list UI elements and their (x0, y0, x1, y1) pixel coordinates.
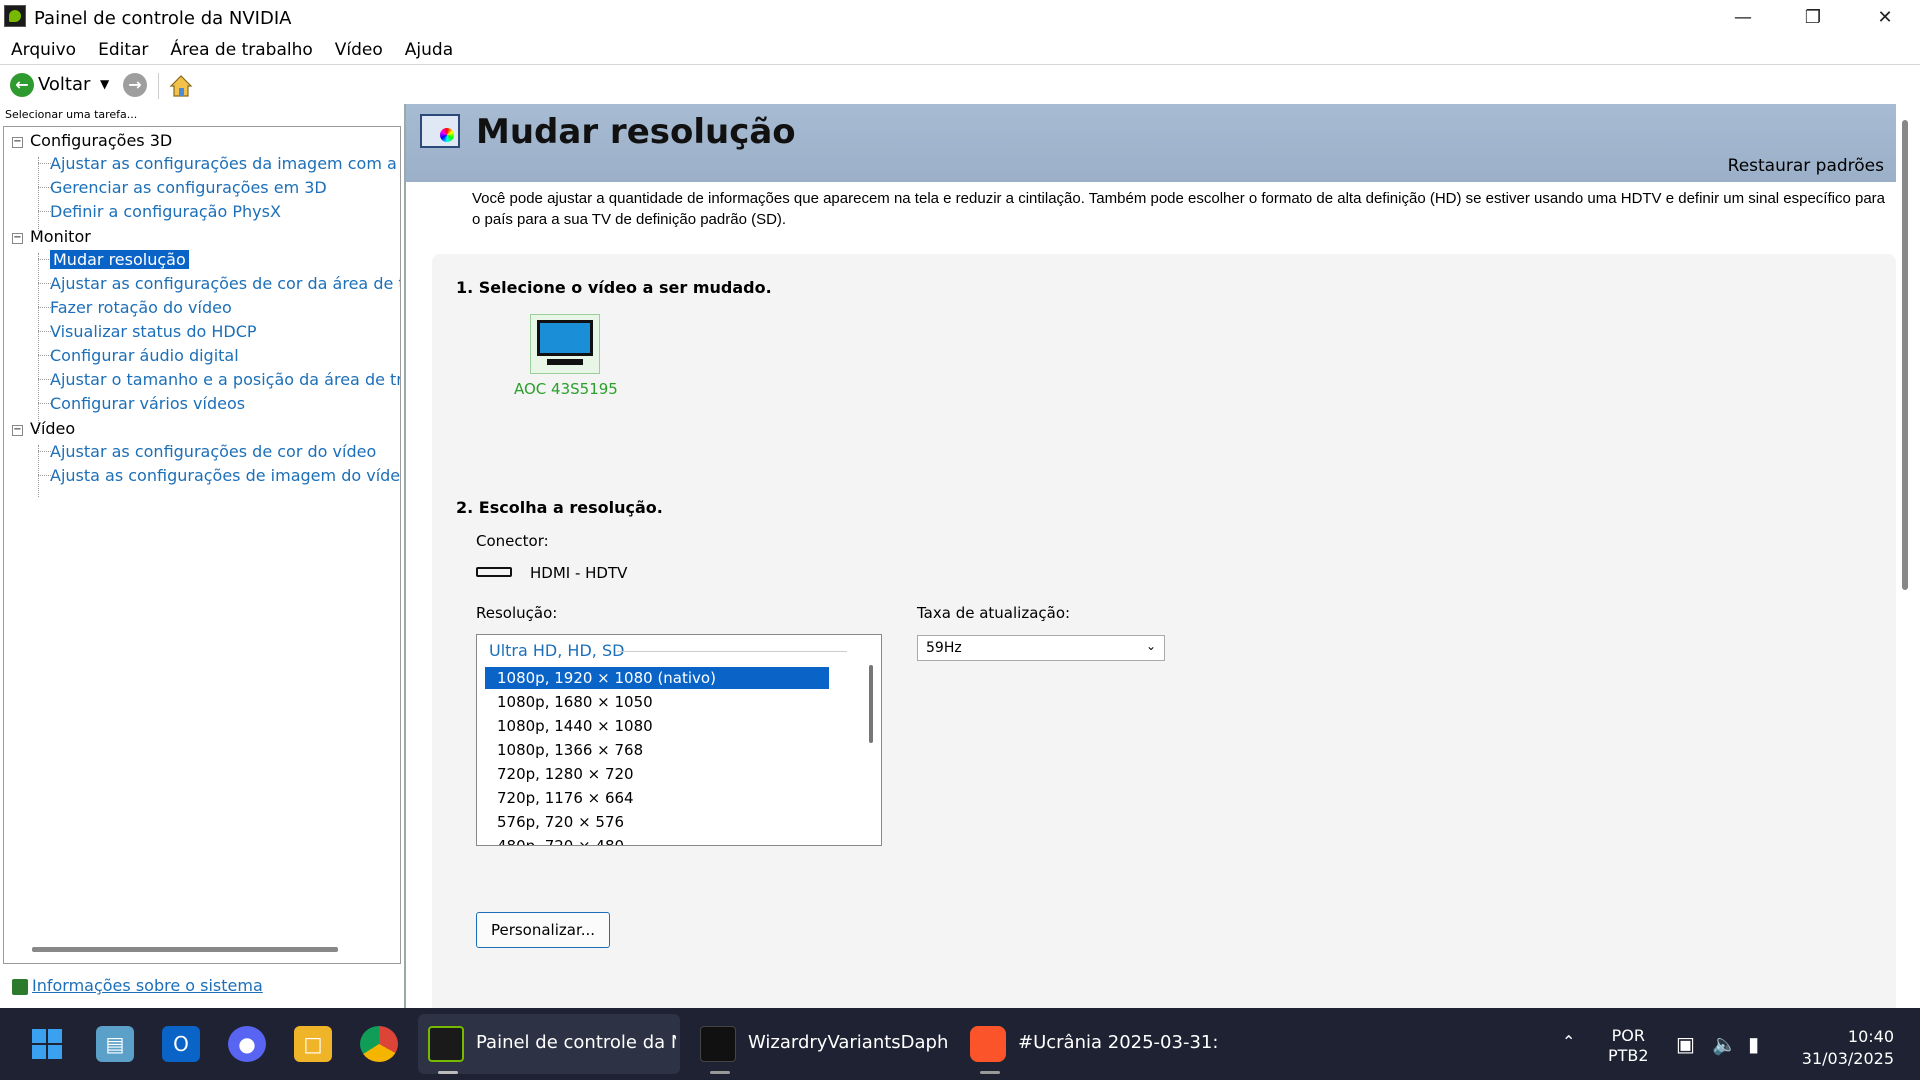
file-explorer-icon[interactable]: □ (294, 1026, 332, 1062)
taskbar-app-label: #Ucrânia 2025-03-31: U( (1018, 1032, 1218, 1053)
close-button[interactable]: ✕ (1850, 0, 1920, 34)
resolution-item[interactable]: 480p, 720 × 480 (485, 835, 829, 845)
clock-time: 10:40 (1847, 1027, 1894, 1046)
tree-item-digital-audio[interactable]: Configurar áudio digital (50, 346, 239, 365)
collapse-monitor-icon[interactable]: − (12, 233, 23, 244)
taskbar-app-brave[interactable]: #Ucrânia 2025-03-31: U( (960, 1014, 1222, 1074)
refresh-rate-value: 59Hz (926, 640, 962, 656)
network-icon[interactable]: ▣ (1676, 1032, 1695, 1056)
resolution-item[interactable]: 1080p, 1680 × 1050 (485, 691, 829, 713)
step1-label: 1. Selecione o vídeo a ser mudado. (456, 278, 772, 297)
taskbar-app-label: Painel de controle da N' (476, 1032, 676, 1053)
title-bar: Painel de controle da NVIDIA — ❐ ✕ (0, 0, 1920, 34)
tree-cat-video[interactable]: Vídeo (30, 419, 75, 438)
content-pane: Mudar resolução Restaurar padrões Você p… (404, 104, 1920, 1014)
nvidia-icon (428, 1026, 464, 1062)
menu-area-de-trabalho[interactable]: Área de trabalho (159, 36, 323, 64)
back-arrow-icon[interactable]: ← (10, 73, 34, 97)
customize-button[interactable]: Personalizar... (476, 912, 610, 948)
menu-arquivo[interactable]: Arquivo (0, 36, 87, 64)
tree-item-multiple-displays[interactable]: Configurar vários vídeos (50, 394, 245, 413)
clock-date: 31/03/2025 (1801, 1049, 1894, 1068)
resolution-list[interactable]: Ultra HD, HD, SD 1080p, 1920 × 1080 (nat… (476, 634, 882, 846)
taskbar-app-wizardry[interactable]: WizardryVariantsDaphn (690, 1014, 952, 1074)
keyboard-layout: PTB2 (1608, 1046, 1649, 1065)
language-indicator[interactable]: POR PTB2 (1608, 1026, 1649, 1066)
toolbar: ← Voltar ▼ → (0, 64, 1920, 106)
task-tree: − Configurações 3D Ajustar as configuraç… (3, 126, 401, 964)
step2-label: 2. Escolha a resolução. (456, 498, 663, 517)
page-title: Mudar resolução (476, 112, 796, 152)
brave-icon (970, 1026, 1006, 1062)
page-header: Mudar resolução Restaurar padrões (406, 104, 1896, 182)
back-dropdown-icon[interactable]: ▼ (100, 77, 109, 91)
collapse-3d-icon[interactable]: − (12, 137, 23, 148)
language-code: POR (1611, 1026, 1645, 1045)
monitor-icon[interactable] (530, 314, 600, 374)
resolution-list-scrollbar[interactable] (869, 665, 873, 743)
home-icon[interactable] (168, 73, 194, 99)
refresh-rate-label: Taxa de atualização: (917, 604, 1071, 622)
tree-item-rotate[interactable]: Fazer rotação do vídeo (50, 298, 232, 317)
taskbar-app-label: WizardryVariantsDaphn (748, 1032, 948, 1053)
hdmi-icon (476, 567, 512, 577)
back-button[interactable]: Voltar (38, 74, 90, 95)
taskbar-app-nvidia[interactable]: Painel de controle da N' (418, 1014, 680, 1074)
task-header: Selecionar uma tarefa... (5, 108, 138, 121)
menu-editar[interactable]: Editar (87, 36, 159, 64)
collapse-video-icon[interactable]: − (12, 425, 23, 436)
content-scrollbar[interactable] (1902, 120, 1908, 590)
volume-icon[interactable]: 🔈 (1712, 1032, 1737, 1056)
task-view-icon[interactable]: ▤ (96, 1026, 134, 1062)
resolution-item[interactable]: 720p, 1280 × 720 (485, 763, 829, 785)
resolution-item[interactable]: 1080p, 1366 × 768 (485, 739, 829, 761)
tree-horizontal-scrollbar[interactable] (32, 947, 338, 952)
discord-icon[interactable]: ● (228, 1026, 266, 1062)
forward-arrow-icon[interactable]: → (123, 73, 147, 97)
chrome-icon[interactable] (360, 1026, 398, 1062)
game-icon (700, 1026, 736, 1062)
tree-item-desktop-color[interactable]: Ajustar as configurações de cor da área … (50, 274, 400, 293)
outlook-icon[interactable]: O (162, 1026, 200, 1062)
system-info-label[interactable]: Informações sobre o sistema (32, 976, 263, 995)
refresh-rate-select[interactable]: 59Hz ⌄ (917, 635, 1165, 661)
battery-icon[interactable]: ▮ (1748, 1032, 1759, 1056)
tree-item-video-color[interactable]: Ajustar as configurações de cor do vídeo (50, 442, 376, 461)
resolution-item[interactable]: 576p, 720 × 576 (485, 811, 829, 833)
menu-video[interactable]: Vídeo (324, 36, 394, 64)
resolution-item[interactable]: 720p, 1176 × 664 (485, 787, 829, 809)
tree-item-hdcp[interactable]: Visualizar status do HDCP (50, 322, 257, 341)
tree-item-physx[interactable]: Definir a configuração PhysX (50, 202, 281, 221)
minimize-button[interactable]: — (1708, 0, 1778, 34)
taskbar: ▤ O ● □ Painel de controle da N' Wizardr… (0, 1008, 1920, 1080)
windows-start-icon[interactable] (28, 1026, 66, 1062)
resolution-item[interactable]: 1080p, 1440 × 1080 (485, 715, 829, 737)
maximize-button[interactable]: ❐ (1778, 0, 1848, 34)
chevron-down-icon: ⌄ (1145, 639, 1156, 653)
show-hidden-icons-chevron-icon[interactable]: ⌃ (1562, 1032, 1575, 1051)
system-info-link[interactable]: Informações sobre o sistema (12, 976, 263, 995)
monitor-name[interactable]: AOC 43S5195 (514, 380, 618, 398)
page-description: Você pode ajustar a quantidade de inform… (472, 190, 1886, 228)
tree-cat-monitor[interactable]: Monitor (30, 227, 91, 246)
tree-item-video-image[interactable]: Ajusta as configurações de imagem do víd… (50, 466, 400, 485)
window-title: Painel de controle da NVIDIA (34, 8, 292, 29)
resolution-group-header: Ultra HD, HD, SD (489, 641, 625, 660)
tree-item-change-resolution[interactable]: Mudar resolução (50, 250, 189, 269)
resolution-label: Resolução: (476, 604, 558, 622)
connector-value: HDMI - HDTV (530, 564, 628, 582)
resolution-item[interactable]: 1080p, 1920 × 1080 (nativo) (485, 667, 829, 689)
clock[interactable]: 10:40 31/03/2025 (1794, 1026, 1894, 1070)
menu-ajuda[interactable]: Ajuda (394, 36, 464, 64)
tree-item-manage-3d[interactable]: Gerenciar as configurações em 3D (50, 178, 327, 197)
connector-label: Conector: (476, 532, 549, 550)
restore-defaults-link[interactable]: Restaurar padrões (1728, 156, 1884, 176)
tree-cat-3d[interactable]: Configurações 3D (30, 131, 172, 150)
toolbar-separator (158, 73, 159, 99)
tree-item-image-settings[interactable]: Ajustar as configurações da imagem com a… (50, 154, 400, 173)
tree-item-desktop-size[interactable]: Ajustar o tamanho e a posição da área de… (50, 370, 400, 389)
nvidia-icon (4, 5, 26, 27)
menu-bar: Arquivo Editar Área de trabalho Vídeo Aj… (0, 36, 1920, 64)
display-settings-icon (420, 114, 460, 148)
